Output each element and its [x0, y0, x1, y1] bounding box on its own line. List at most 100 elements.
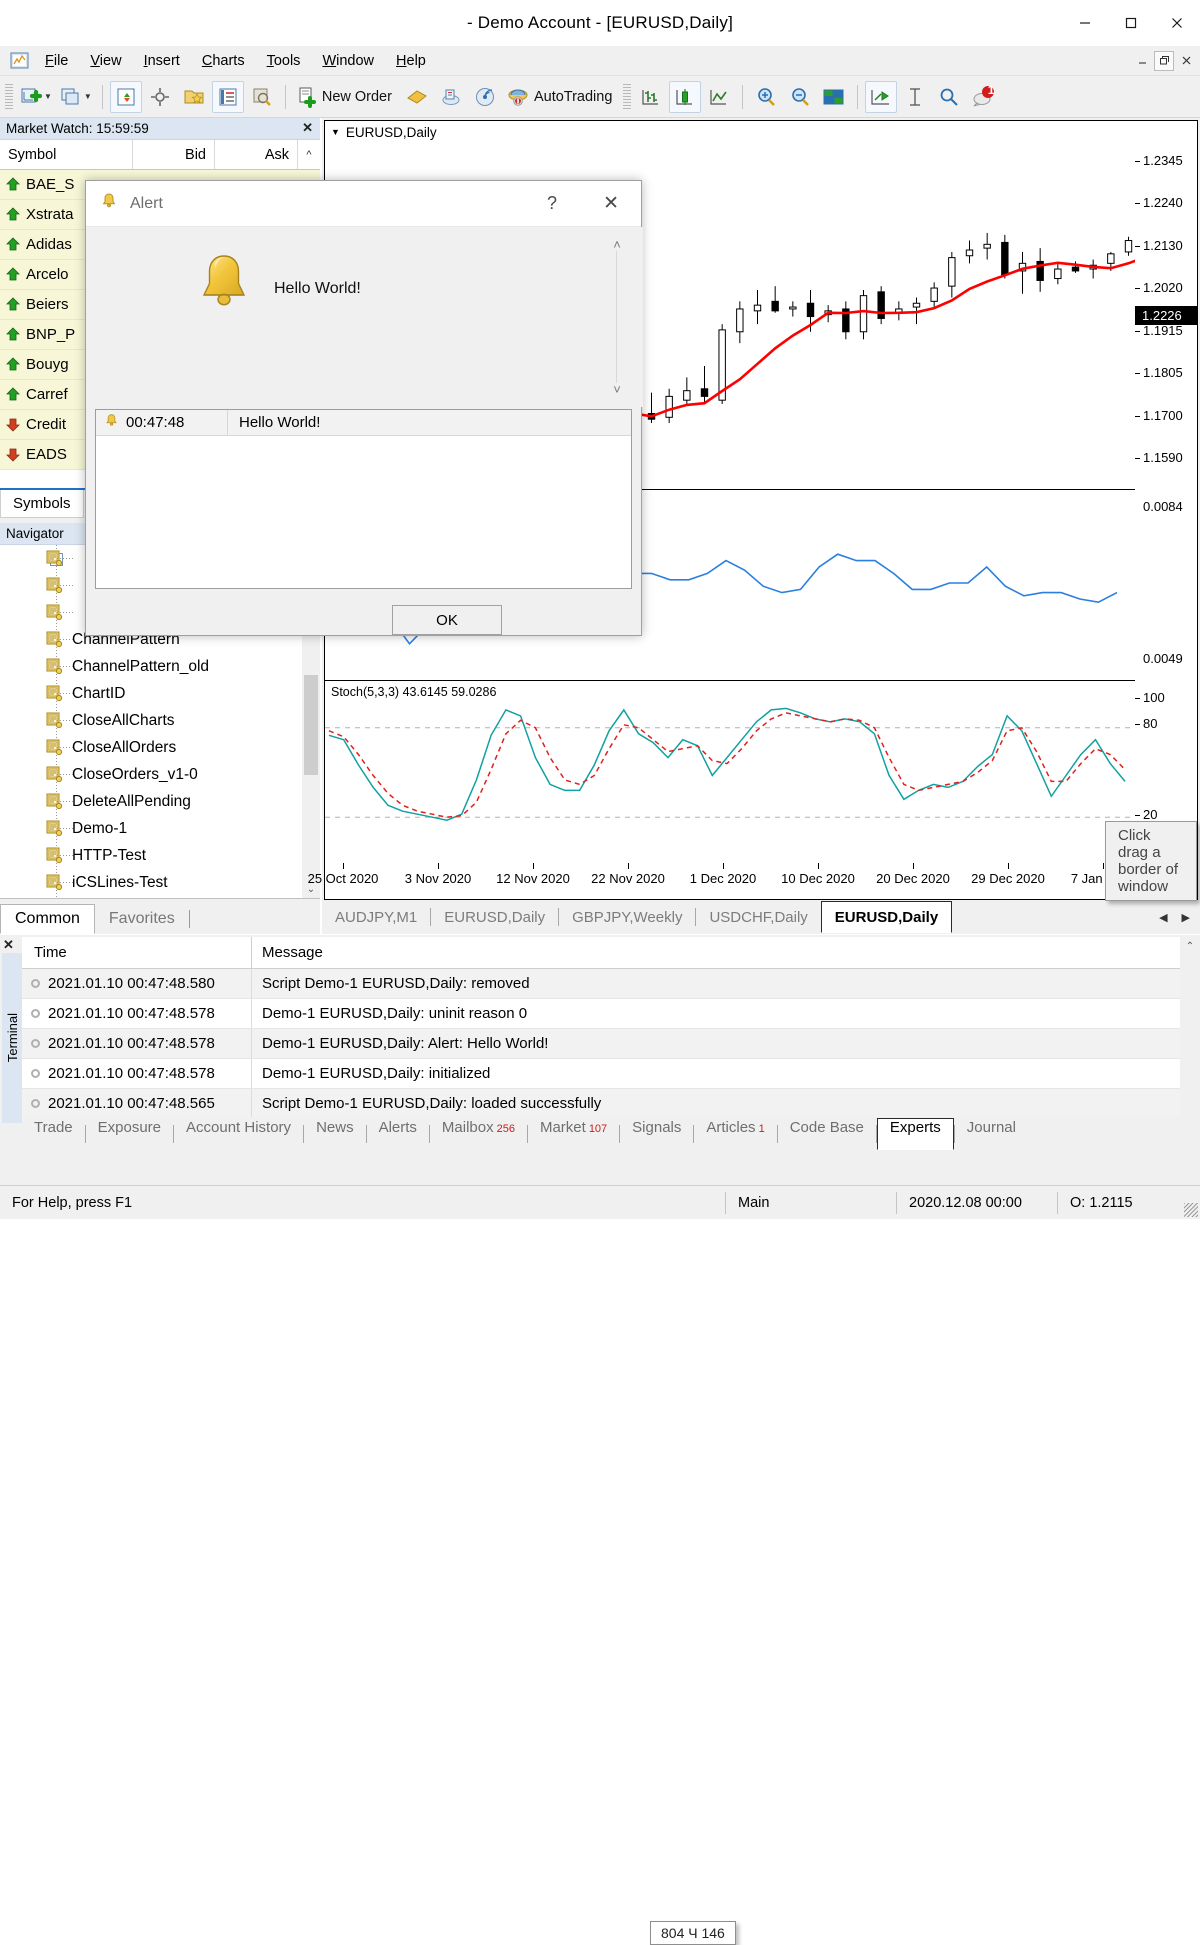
- terminal-tab-news[interactable]: News: [304, 1119, 366, 1149]
- maximize-icon[interactable]: [1108, 0, 1154, 46]
- zoom-out-icon[interactable]: [784, 81, 816, 113]
- candlestick-chart-icon[interactable]: [669, 80, 702, 113]
- new-order-button[interactable]: New Order: [293, 81, 399, 113]
- terminal-tab-mailbox[interactable]: Mailbox 256: [430, 1119, 527, 1149]
- navigator-tab-favorites[interactable]: Favorites: [95, 904, 189, 934]
- terminal-log-row[interactable]: 2021.01.10 00:47:48.578 Demo-1 EURUSD,Dai…: [22, 1059, 1180, 1089]
- chart-tab-scroll-left-icon[interactable]: ◀: [1159, 911, 1167, 924]
- chart-tab-usdchf-daily[interactable]: USDCHF,Daily: [696, 902, 820, 932]
- bar-chart-icon[interactable]: [635, 81, 667, 113]
- menu-window[interactable]: Window: [311, 51, 385, 71]
- navigator-item[interactable]: CloseAllOrders: [0, 734, 302, 761]
- alert-ok-button[interactable]: OK: [392, 605, 502, 635]
- column-header-time[interactable]: Time: [22, 937, 252, 968]
- terminal-scrollbar[interactable]: ⌃ ⌄: [1180, 937, 1200, 1127]
- chart-tab-scroll-right-icon[interactable]: ▶: [1182, 911, 1190, 924]
- column-header-ask[interactable]: Ask: [215, 140, 298, 169]
- alert-message-scrollbar[interactable]: ˄ ˅: [607, 237, 627, 397]
- crosshair-icon[interactable]: [933, 81, 965, 113]
- terminal-tab-signals[interactable]: Signals: [620, 1119, 693, 1149]
- column-header-message[interactable]: Message: [252, 944, 323, 961]
- terminal-log-row[interactable]: 2021.01.10 00:47:48.578 Demo-1 EURUSD,Dai…: [22, 999, 1180, 1029]
- mql5-community-icon[interactable]: [435, 81, 467, 113]
- navigator-item[interactable]: Demo-1: [0, 815, 302, 842]
- terminal-tab-articles[interactable]: Articles 1: [694, 1119, 776, 1149]
- terminal-log-row[interactable]: 2021.01.10 00:47:48.565 Script Demo-1 EUR…: [22, 1089, 1180, 1119]
- navigator-tab-common[interactable]: Common: [0, 904, 95, 934]
- profiles-icon[interactable]: ▼: [57, 81, 95, 113]
- alert-scroll-down-icon[interactable]: ˅: [607, 382, 627, 397]
- terminal-close-icon[interactable]: ✕: [3, 937, 14, 953]
- terminal-tab-journal[interactable]: Journal: [955, 1119, 1028, 1149]
- menu-help[interactable]: Help: [385, 51, 437, 71]
- column-header-bid[interactable]: Bid: [133, 140, 215, 169]
- terminal-log-row[interactable]: 2021.01.10 00:47:48.580 Script Demo-1 EUR…: [22, 969, 1180, 999]
- tile-windows-icon[interactable]: [818, 81, 850, 113]
- alert-history-list[interactable]: 00:47:48 Hello World!: [95, 409, 632, 589]
- new-chart-dropdown-caret[interactable]: ▼: [44, 92, 52, 101]
- menu-insert[interactable]: Insert: [133, 51, 191, 71]
- toolbar-grip-2[interactable]: [623, 83, 632, 110]
- navigator-item[interactable]: CloseAllCharts: [0, 707, 302, 734]
- chart-tab-audjpy-m1[interactable]: AUDJPY,M1: [322, 902, 430, 932]
- chart-tab-eurusd-daily-1[interactable]: EURUSD,Daily: [431, 902, 558, 932]
- auto-scroll-icon[interactable]: [865, 80, 898, 113]
- strategy-tester-icon[interactable]: [246, 81, 278, 113]
- menu-tools[interactable]: Tools: [256, 51, 312, 71]
- navigator-item-label: CloseAllCharts: [72, 711, 175, 729]
- signals-icon[interactable]: [469, 81, 501, 113]
- terminal-tab-market[interactable]: Market 107: [528, 1119, 619, 1149]
- navigator-item[interactable]: iCSLines-Test: [0, 869, 302, 896]
- navigator-scroll-thumb[interactable]: [304, 675, 318, 775]
- terminal-log-row[interactable]: 2021.01.10 00:47:48.578 Demo-1 EURUSD,Dai…: [22, 1029, 1180, 1059]
- mdi-minimize-icon[interactable]: [1132, 51, 1152, 71]
- resize-grip-icon[interactable]: [1184, 1203, 1198, 1217]
- alert-icon[interactable]: 1: [967, 81, 999, 113]
- navigator-item[interactable]: ChannelPattern_old: [0, 653, 302, 680]
- market-watch-tab-symbols[interactable]: Symbols: [0, 490, 84, 518]
- profiles-dropdown-caret[interactable]: ▼: [84, 92, 92, 101]
- terminal-tab-exposure[interactable]: Exposure: [86, 1119, 173, 1149]
- stochastic-pane[interactable]: Stoch(5,3,3) 43.6145 59.0286: [325, 682, 1135, 867]
- market-watch-icon[interactable]: [109, 80, 142, 113]
- chart-tab-eurusd-daily-active[interactable]: EURUSD,Daily: [820, 901, 953, 933]
- alert-close-icon[interactable]: ✕: [603, 192, 619, 215]
- terminal-scroll-up-icon[interactable]: ⌃: [1180, 937, 1200, 955]
- market-watch-scroll-up-icon[interactable]: ^: [298, 140, 320, 169]
- alert-scroll-up-icon[interactable]: ˄: [607, 237, 627, 252]
- terminal-tab-alerts[interactable]: Alerts: [367, 1119, 429, 1149]
- market-watch-close-icon[interactable]: ✕: [302, 120, 313, 136]
- crosshair-target-icon[interactable]: [144, 81, 176, 113]
- terminal-vertical-tab[interactable]: Terminal: [2, 953, 22, 1123]
- navigator-item[interactable]: CloseOrders_v1-0: [0, 761, 302, 788]
- metaeditor-icon[interactable]: [401, 81, 433, 113]
- toolbar-grip[interactable]: [5, 83, 13, 110]
- terminal-tab-account-history[interactable]: Account History: [174, 1119, 303, 1149]
- menu-charts[interactable]: Charts: [191, 51, 256, 71]
- navigator-item[interactable]: ChartID: [0, 680, 302, 707]
- chart-collapse-icon[interactable]: ▼: [331, 127, 340, 137]
- menu-file[interactable]: FFileile: [34, 51, 79, 71]
- mdi-restore-icon[interactable]: [1154, 50, 1174, 71]
- chart-shift-icon[interactable]: [899, 81, 931, 113]
- navigator-item[interactable]: HTTP-Test: [0, 842, 302, 869]
- terminal-tab-code-base[interactable]: Code Base: [778, 1119, 876, 1149]
- terminal-tab-experts[interactable]: Experts: [876, 1118, 954, 1150]
- close-icon[interactable]: [1154, 0, 1200, 46]
- mdi-close-icon[interactable]: [1176, 51, 1196, 71]
- alert-history-row[interactable]: 00:47:48 Hello World!: [96, 410, 631, 436]
- zoom-in-icon[interactable]: [750, 81, 782, 113]
- autotrading-button[interactable]: AutoTrading: [503, 81, 619, 113]
- favorites-folder-icon[interactable]: [178, 81, 210, 113]
- column-header-symbol[interactable]: Symbol: [0, 140, 133, 169]
- terminal-tab-trade[interactable]: Trade: [22, 1119, 85, 1149]
- navigator-item[interactable]: DeleteAllPending: [0, 788, 302, 815]
- new-chart-icon[interactable]: ▼: [17, 81, 55, 113]
- help-icon[interactable]: ?: [547, 193, 557, 214]
- minimize-icon[interactable]: [1062, 0, 1108, 46]
- menu-view[interactable]: View: [79, 51, 132, 71]
- line-chart-icon[interactable]: [703, 81, 735, 113]
- chart-tab-gbpjpy-weekly[interactable]: GBPJPY,Weekly: [559, 902, 695, 932]
- data-window-icon[interactable]: [211, 80, 244, 113]
- tree-connector: [57, 828, 73, 829]
